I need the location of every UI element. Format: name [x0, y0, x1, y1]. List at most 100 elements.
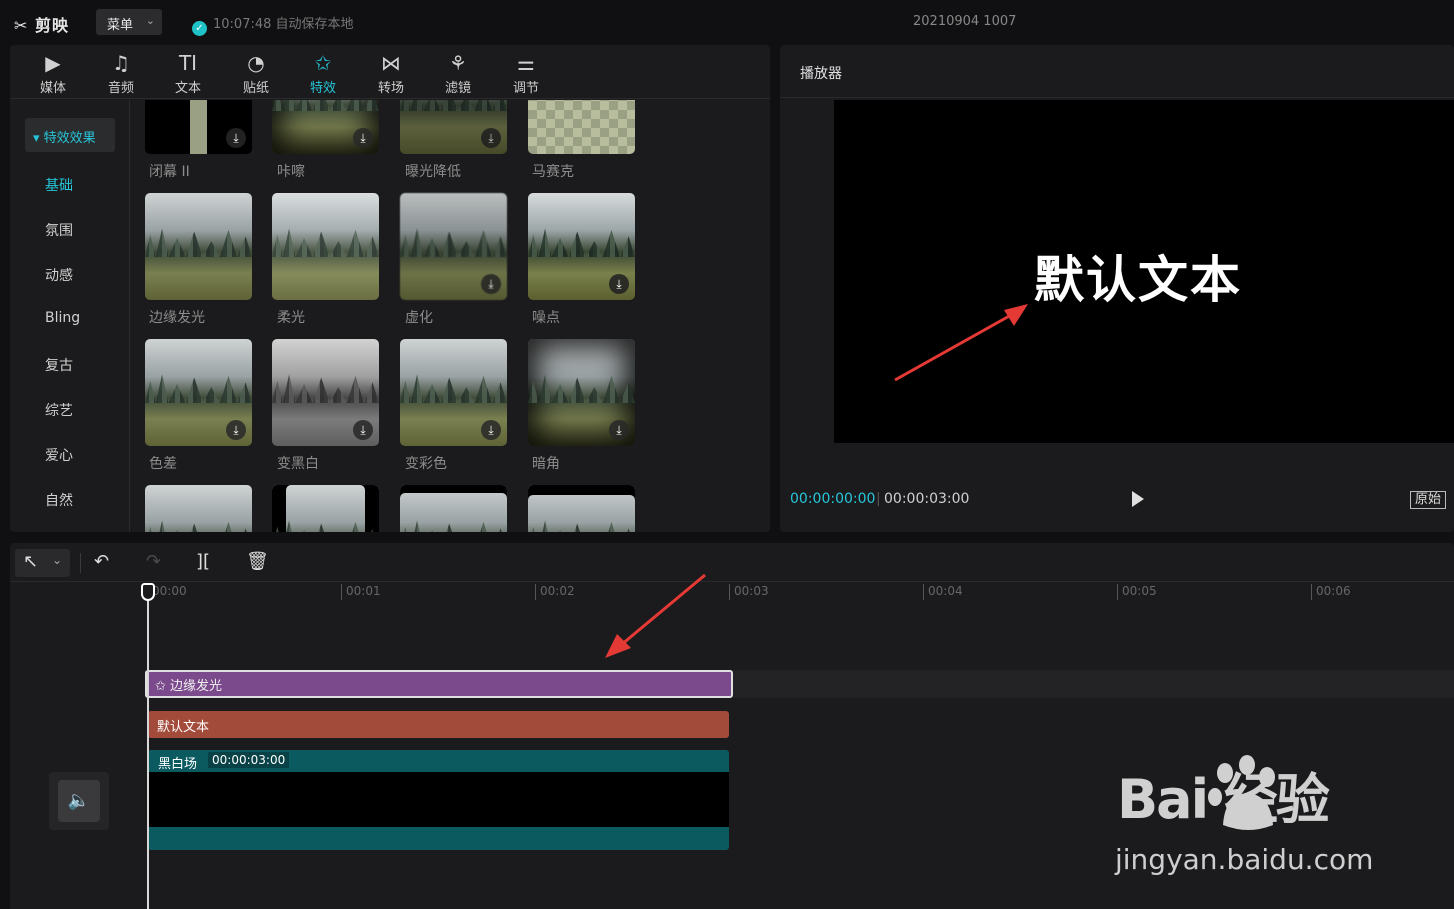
playhead[interactable] — [147, 584, 149, 909]
capcut-logo-icon: ✂ — [14, 16, 29, 35]
effect-card[interactable] — [400, 485, 507, 532]
text-icon: TI — [178, 51, 198, 75]
split-icon[interactable]: ][ — [196, 551, 210, 572]
effect-card[interactable] — [528, 100, 635, 154]
effect-label: 噪点 — [532, 310, 560, 326]
timeline-toolbar: ↖ ⌄ ↶ ↷ ][ 🗑 — [10, 543, 1454, 582]
effect-card-chromatic[interactable]: ⤓ — [145, 339, 252, 446]
watermark-url: jingyan.baidu.com — [1115, 843, 1374, 876]
preview-screen[interactable]: 默认文本 — [834, 100, 1454, 443]
category-nature[interactable]: 自然 — [45, 490, 73, 510]
total-timecode: 00:00:03:00 — [884, 491, 970, 507]
text-clip[interactable]: 默认文本 — [148, 711, 729, 738]
category-basic[interactable]: 基础 — [45, 175, 73, 195]
speaker-icon: 🔈 — [58, 780, 100, 822]
category-atmosphere[interactable]: 氛围 — [45, 220, 73, 240]
redo-icon[interactable]: ↷ — [146, 551, 161, 572]
preview-text[interactable]: 默认文本 — [1034, 240, 1242, 312]
top-bar: ✂ 剪映 菜单 ⌄ ✓ 10:07:48 自动保存本地 20210904 1007 — [0, 0, 1454, 44]
download-icon: ⤓ — [353, 420, 373, 440]
select-tool-button[interactable]: ↖ ⌄ — [15, 549, 70, 577]
video-clip-name: 黑白场 — [158, 757, 198, 772]
effect-card-black-white[interactable]: ⤓ — [272, 339, 379, 446]
effect-label: 柔光 — [277, 310, 305, 326]
filter-icon: ⚘ — [449, 51, 467, 75]
project-name: 20210904 1007 — [913, 14, 1017, 29]
effect-card[interactable] — [145, 485, 252, 532]
time-ruler[interactable]: 00:00 00:01 00:02 00:03 00:04 00:05 00:0… — [147, 582, 1454, 602]
effects-category-sidebar: ▾ 特效效果 基础 氛围 动感 Bling 复古 综艺 爱心 自然 — [10, 100, 130, 532]
media-icon: ▶ — [45, 51, 61, 75]
play-button[interactable] — [1132, 491, 1144, 507]
material-tabs: ▶ 媒体 ♫ 音频 TI 文本 ◔ 贴纸 ✩ 特效 ⋈ 转场 ⚘ 滤镜 ⚌ 调节 — [10, 45, 770, 99]
effect-card[interactable] — [272, 485, 379, 532]
download-icon: ⤓ — [609, 420, 629, 440]
undo-icon[interactable]: ↶ — [94, 551, 109, 572]
chevron-down-icon: ⌄ — [52, 553, 63, 567]
baidu-paw-logo — [1208, 755, 1275, 830]
sticker-icon: ◔ — [247, 51, 265, 75]
category-variety[interactable]: 综艺 — [45, 400, 73, 420]
effect-card-noise[interactable]: ⤓ — [528, 193, 635, 300]
current-timecode: 00:00:00:00 — [790, 491, 876, 507]
player-title: 播放器 — [800, 66, 842, 82]
video-clip-duration: 00:00:03:00 — [208, 752, 290, 768]
category-retro[interactable]: 复古 — [45, 355, 73, 375]
tab-text[interactable]: TI 文本 — [159, 49, 217, 96]
category-bling[interactable]: Bling — [45, 310, 80, 326]
playhead-handle[interactable] — [141, 583, 155, 601]
video-clip[interactable]: 黑白场 00:00:03:00 — [148, 750, 729, 850]
effect-card-blur[interactable]: ⤓ — [400, 193, 507, 300]
caret-down-icon: ▾ — [33, 131, 44, 146]
download-icon: ⤓ — [481, 420, 501, 440]
tab-transition[interactable]: ⋈ 转场 — [362, 49, 420, 96]
effect-card[interactable]: ⤓ — [145, 100, 252, 154]
tab-effects[interactable]: ✩ 特效 — [294, 49, 352, 96]
effect-card-vignette[interactable]: ⤓ — [528, 339, 635, 446]
effect-card[interactable]: ⤓ — [272, 100, 379, 154]
chevron-down-icon: ⌄ — [145, 14, 155, 27]
track-mute-button[interactable]: 🔈 — [49, 772, 109, 830]
audio-icon: ♫ — [112, 51, 130, 75]
effect-card-to-color[interactable]: ⤓ — [400, 339, 507, 446]
effect-label: 曝光降低 — [405, 164, 461, 180]
tab-sticker[interactable]: ◔ 贴纸 — [227, 49, 285, 96]
check-icon: ✓ — [192, 21, 207, 36]
download-icon: ⤓ — [609, 274, 629, 294]
effect-label: 马赛克 — [532, 164, 574, 180]
effect-card-edge-glow[interactable] — [145, 193, 252, 300]
effect-label: 变黑白 — [277, 456, 319, 472]
delete-icon[interactable]: 🗑 — [246, 551, 269, 572]
effect-label: 边缘发光 — [149, 310, 205, 326]
video-thumbnail — [148, 772, 729, 827]
player-panel: 播放器 默认文本 00:00:00:00 | 00:00:03:00 原始 — [780, 45, 1454, 532]
menu-button[interactable]: 菜单 ⌄ — [96, 9, 162, 35]
effect-clip[interactable]: ✩ 边缘发光 — [145, 670, 733, 698]
effect-label: 色差 — [149, 456, 177, 472]
effect-label: 暗角 — [532, 456, 560, 472]
cursor-icon: ↖ — [23, 551, 39, 572]
tab-media[interactable]: ▶ 媒体 — [24, 49, 82, 96]
category-dynamic[interactable]: 动感 — [45, 265, 73, 285]
download-icon: ⤓ — [353, 128, 373, 148]
download-icon: ⤓ — [226, 128, 246, 148]
category-love[interactable]: 爱心 — [45, 445, 73, 465]
tab-filter[interactable]: ⚘ 滤镜 — [429, 49, 487, 96]
effect-label: 变彩色 — [405, 456, 447, 472]
effect-label: 咔嚓 — [277, 164, 305, 180]
effect-label: 闭幕 II — [149, 164, 190, 180]
tab-audio[interactable]: ♫ 音频 — [92, 49, 150, 96]
baidu-watermark: Bai 经验 jingyan.baidu.com — [1115, 755, 1373, 876]
effect-card-soft-light[interactable] — [272, 193, 379, 300]
app-logo: ✂ 剪映 — [14, 16, 69, 35]
tab-adjust[interactable]: ⚌ 调节 — [497, 49, 555, 96]
transition-icon: ⋈ — [381, 51, 401, 75]
autosave-status: ✓ 10:07:48 自动保存本地 — [192, 13, 354, 36]
effect-card[interactable] — [528, 485, 635, 532]
original-ratio-button[interactable]: 原始 — [1409, 491, 1446, 509]
material-library-panel: ▶ 媒体 ♫ 音频 TI 文本 ◔ 贴纸 ✩ 特效 ⋈ 转场 ⚘ 滤镜 ⚌ 调节 ▾ 特效效果 … — [10, 45, 770, 532]
download-icon: ⤓ — [226, 420, 246, 440]
effect-card[interactable]: ⤓ — [400, 100, 507, 154]
category-group-header[interactable]: ▾ 特效效果 — [25, 118, 115, 152]
effects-grid: ⤓ ⤓ ⤓ 闭幕 II 咔嚓 曝光降低 马赛克 ⤓ ⤓ 边缘发光 柔光 虚化 噪… — [130, 100, 770, 532]
